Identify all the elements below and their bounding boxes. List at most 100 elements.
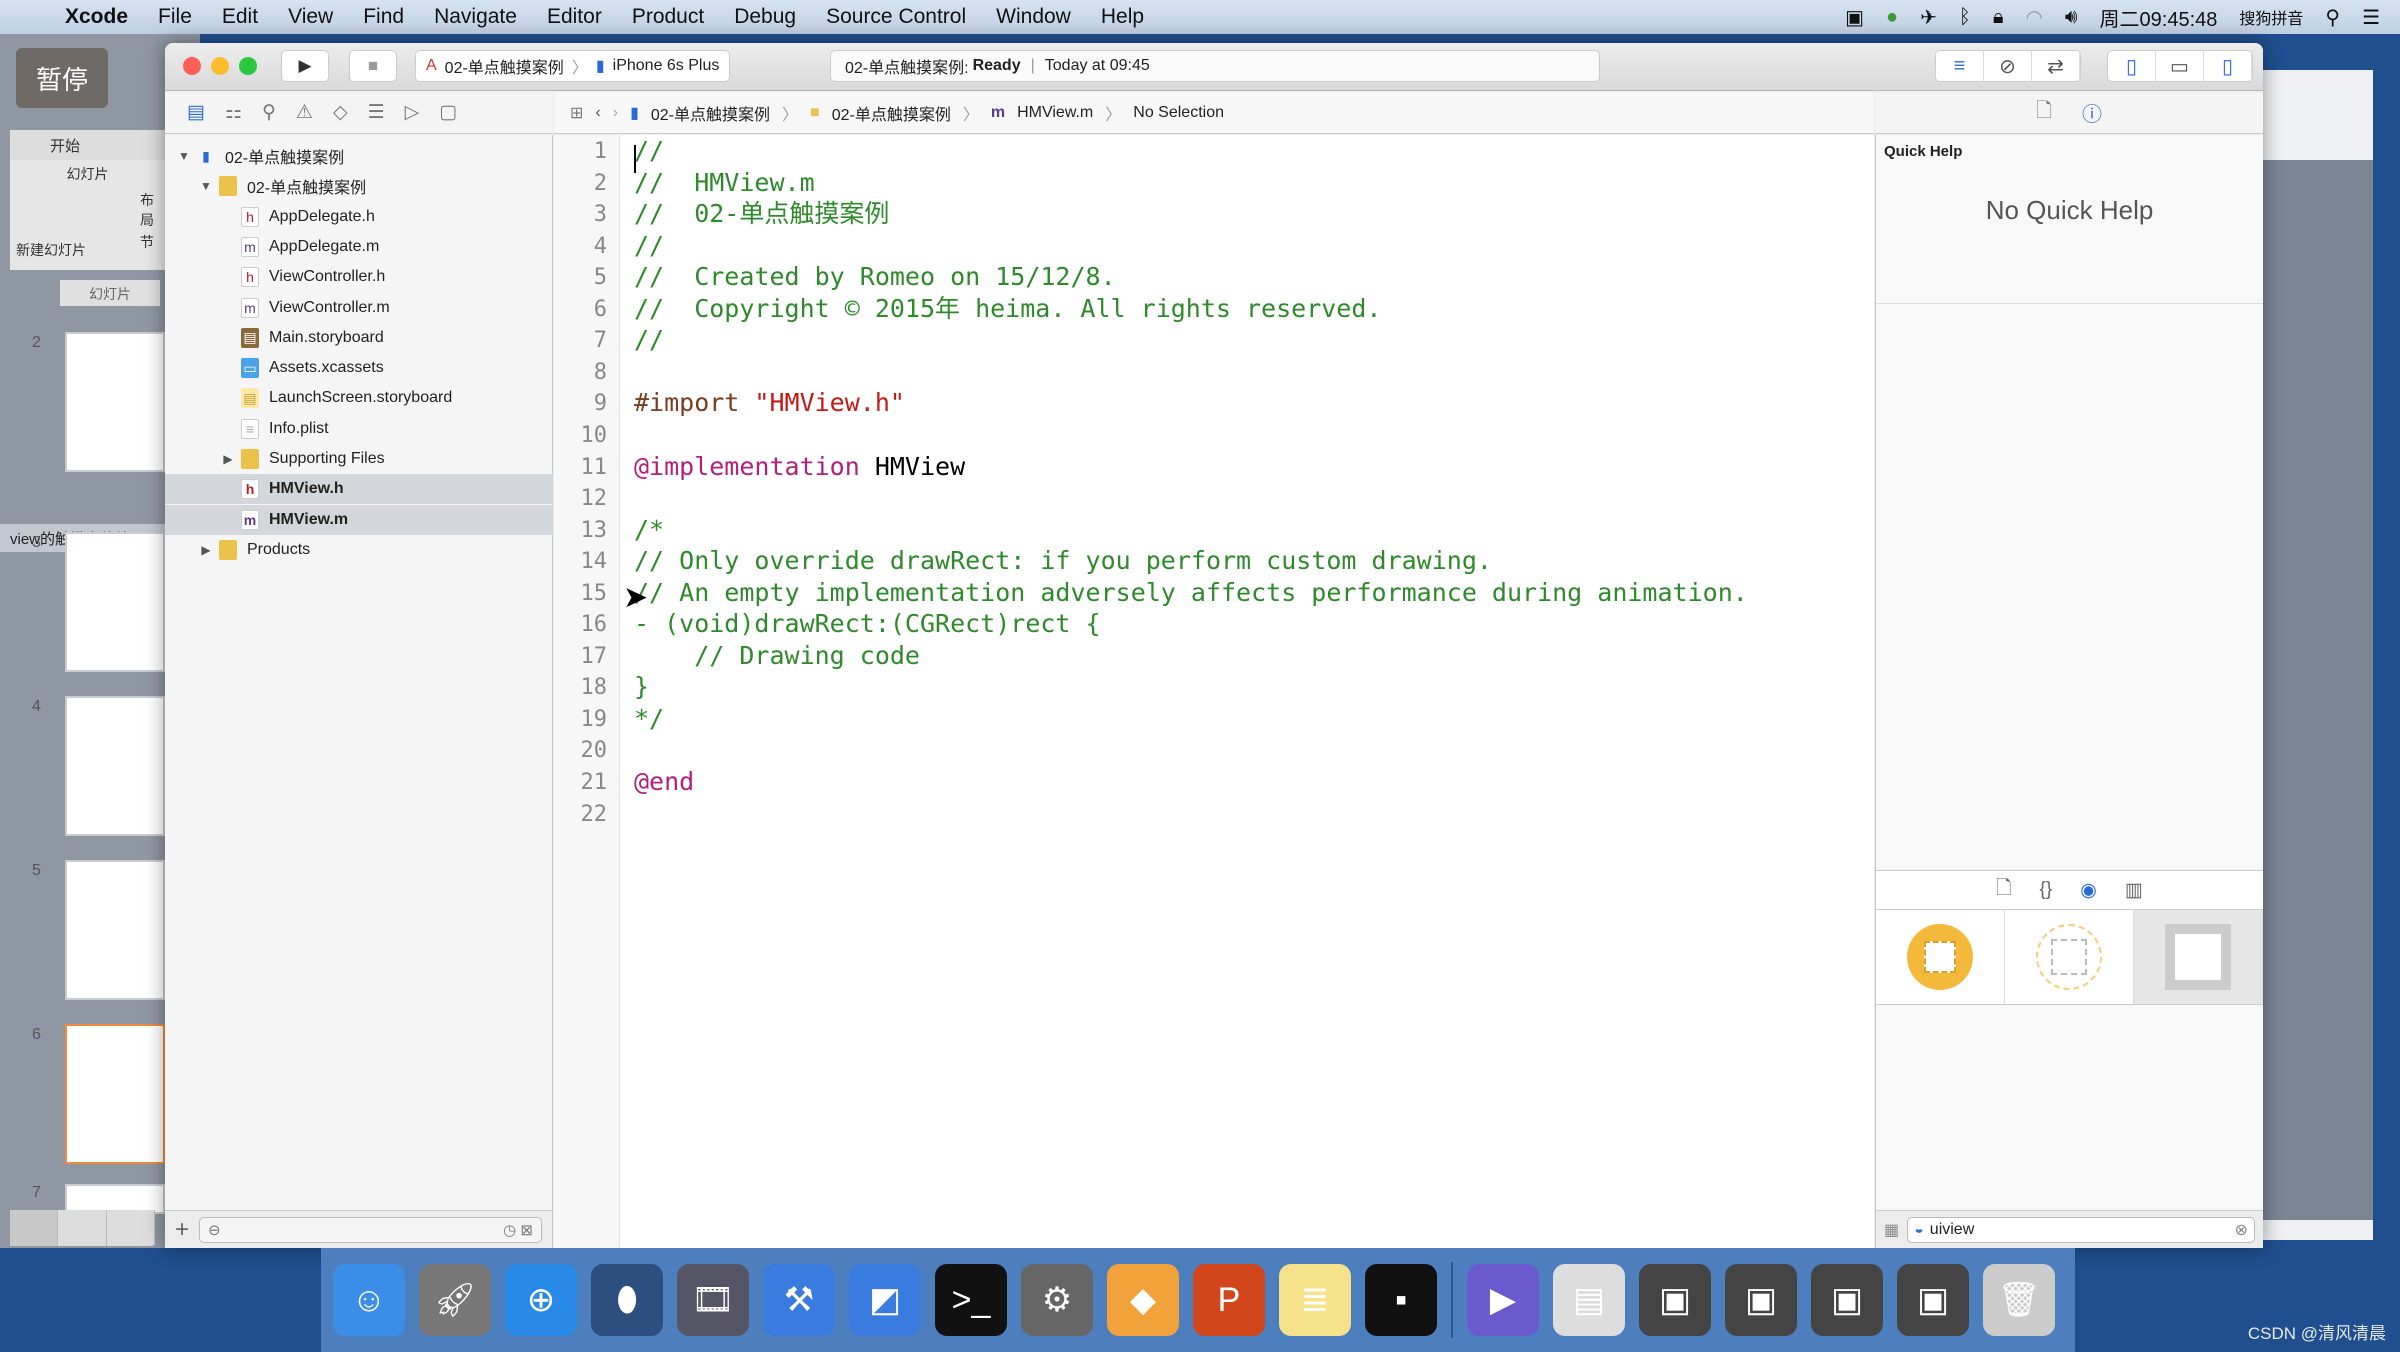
disclosure-triangle-icon[interactable]: ▶: [199, 543, 213, 557]
file-inspector-icon[interactable]: 🗋︎: [2036, 96, 2052, 130]
navigator-row[interactable]: ▤ Main.storyboard: [165, 323, 553, 353]
ppt-layout-button[interactable]: 布局: [140, 190, 165, 230]
scheme-name[interactable]: 02-单点触摸案例: [445, 54, 564, 78]
navigator-row[interactable]: ▶ Supporting Files: [165, 444, 553, 474]
toggle-debug-area-icon[interactable]: ▭: [2156, 51, 2204, 81]
navigator-row[interactable]: m HMView.m: [165, 504, 553, 535]
code-line[interactable]: //: [634, 324, 664, 355]
run-button[interactable]: ▶: [281, 50, 329, 82]
navigator-row[interactable]: h AppDelegate.h: [165, 202, 553, 232]
navigator-row[interactable]: h ViewController.h: [165, 262, 553, 292]
quick-help-icon[interactable]: ⓘ: [2082, 98, 2102, 127]
library-item-view-controller[interactable]: [1876, 910, 2005, 1004]
lock-icon[interactable]: 🔒︎: [1993, 6, 2004, 29]
menu-find[interactable]: Find: [348, 5, 419, 29]
notes-icon[interactable]: ≣: [1279, 1264, 1351, 1336]
code-line[interactable]: // Drawing code: [634, 640, 920, 671]
code-line[interactable]: // Copyright © 2015年 heima. All rights r…: [634, 293, 1381, 324]
screenshot-4-icon[interactable]: ▣: [1897, 1264, 1969, 1336]
related-items-icon[interactable]: ⊞: [570, 103, 583, 123]
bluetooth-icon[interactable]: ᛒ: [1959, 6, 1971, 29]
pause-button[interactable]: 暂停: [16, 48, 108, 108]
debug-navigator-icon[interactable]: ☰: [368, 101, 385, 124]
source-control-filter-icon[interactable]: ⊠: [520, 1222, 533, 1239]
file-template-library-icon[interactable]: 🗋︎: [1996, 874, 2011, 906]
close-button[interactable]: [183, 57, 201, 75]
notification-center-icon[interactable]: ☰: [2362, 5, 2380, 30]
breadcrumb-project[interactable]: 02-单点触摸案例: [651, 101, 770, 125]
volume-icon[interactable]: 🔊︎: [2065, 6, 2078, 29]
xcode-icon[interactable]: ⚒: [763, 1264, 835, 1336]
menu-navigate[interactable]: Navigate: [419, 5, 532, 29]
code-line[interactable]: // Created by Romeo on 15/12/8.: [634, 261, 1116, 292]
library-search-input[interactable]: ◒ uiview ⊗: [1907, 1216, 2255, 1243]
navigator-row[interactable]: m AppDelegate.m: [165, 232, 553, 262]
code-line[interactable]: // An empty implementation adversely aff…: [634, 577, 1748, 608]
powerpoint-icon[interactable]: P: [1193, 1264, 1265, 1336]
code-line[interactable]: - (void)drawRect:(CGRect)rect {: [634, 608, 1101, 639]
add-icon[interactable]: +: [175, 1216, 189, 1244]
stop-button[interactable]: ■: [349, 50, 397, 82]
wifi-icon[interactable]: ◠: [2025, 5, 2042, 30]
code-line[interactable]: //: [634, 230, 664, 261]
disclosure-triangle-icon[interactable]: ▼: [199, 179, 213, 193]
menu-editor[interactable]: Editor: [532, 5, 617, 29]
launchpad-icon[interactable]: 🚀︎: [419, 1264, 491, 1336]
media-player-icon[interactable]: ▶: [1467, 1264, 1539, 1336]
device-name[interactable]: iPhone 6s Plus: [613, 57, 720, 75]
code-snippet-library-icon[interactable]: {}: [2040, 879, 2053, 901]
version-editor-icon[interactable]: ⇄: [2032, 51, 2080, 81]
safari-icon[interactable]: ⊕: [505, 1264, 577, 1336]
assistant-editor-icon[interactable]: ⊘: [1984, 51, 2032, 81]
slide-thumbnail[interactable]: [65, 696, 165, 836]
navigator-row[interactable]: m ViewController.m: [165, 293, 553, 323]
disclosure-triangle-icon[interactable]: ▼: [177, 149, 191, 163]
disclosure-triangle-icon[interactable]: ▶: [221, 452, 235, 466]
spotlight-icon[interactable]: ⚲: [2325, 5, 2340, 30]
clear-search-icon[interactable]: ⊗: [2235, 1220, 2248, 1240]
imovie-icon[interactable]: 🎞︎: [677, 1264, 749, 1336]
screenshot-3-icon[interactable]: ▣: [1811, 1264, 1883, 1336]
navigator-row[interactable]: ▭ Assets.xcassets: [165, 353, 553, 383]
issue-navigator-icon[interactable]: ⚠: [296, 101, 313, 124]
menu-xcode[interactable]: Xcode: [50, 5, 143, 29]
breadcrumb-file[interactable]: HMView.m: [1017, 104, 1093, 122]
menu-help[interactable]: Help: [1086, 5, 1159, 29]
menu-debug[interactable]: Debug: [719, 5, 811, 29]
library-item-storyboard-reference[interactable]: [2005, 910, 2134, 1004]
navigator-filter-input[interactable]: ⊖ ◷ ⊠: [199, 1216, 542, 1243]
code-line[interactable]: */: [634, 703, 664, 734]
source-editor[interactable]: 1 2 3 4 5 6 7 8 9 10 11 12 13 14 15 16 17 18 19 20 21 22 ////…: [554, 135, 1874, 1248]
code-line[interactable]: // Only override drawRect: if you perfor…: [634, 545, 1492, 576]
code-line[interactable]: @implementation HMView: [634, 451, 965, 482]
menu-edit[interactable]: Edit: [207, 5, 273, 29]
zoom-button[interactable]: [239, 57, 257, 75]
clock[interactable]: 周二09:45:48: [2100, 3, 2218, 32]
object-library-icon[interactable]: ◉: [2080, 879, 2097, 902]
forward-button[interactable]: ›: [613, 104, 618, 122]
input-method[interactable]: 搜狗拼音: [2239, 5, 2303, 29]
instruments-icon[interactable]: ◩: [849, 1264, 921, 1336]
console-icon[interactable]: ▪: [1365, 1264, 1437, 1336]
breakpoint-navigator-icon[interactable]: ▷: [405, 101, 420, 124]
ppt-new-slide-button[interactable]: 新建幻灯片: [16, 240, 86, 260]
code-line[interactable]: //: [634, 135, 664, 166]
breadcrumb-selection[interactable]: No Selection: [1133, 104, 1224, 122]
slide-sorter-button[interactable]: [58, 1210, 107, 1246]
system-preferences-icon[interactable]: ⚙: [1021, 1264, 1093, 1336]
code-line[interactable]: #import "HMView.h": [634, 387, 905, 418]
media-library-icon[interactable]: ▥: [2125, 879, 2143, 902]
ppt-section-button[interactable]: 节: [140, 232, 154, 252]
navigator-row[interactable]: ≡ Info.plist: [165, 414, 553, 444]
navigator-row[interactable]: ▼ ▮ 02-单点触摸案例: [165, 141, 553, 171]
normal-view-button[interactable]: [10, 1210, 59, 1246]
code-line[interactable]: @end: [634, 766, 694, 797]
back-button[interactable]: ‹: [595, 104, 600, 122]
report-navigator-icon[interactable]: ▢: [439, 101, 457, 124]
code-line[interactable]: }: [634, 671, 649, 702]
screenshot-1-icon[interactable]: ▣: [1639, 1264, 1711, 1336]
finder-icon[interactable]: ☺: [333, 1264, 405, 1336]
project-navigator-icon[interactable]: ▤: [187, 101, 205, 124]
navigator-row[interactable]: ▼ 02-单点触摸案例: [165, 171, 553, 201]
slide-thumbnail[interactable]: [65, 332, 165, 472]
